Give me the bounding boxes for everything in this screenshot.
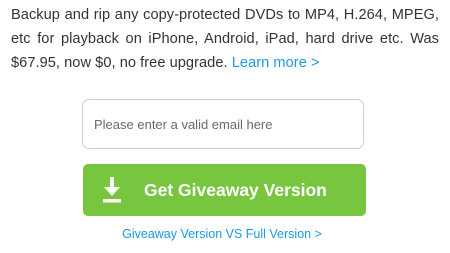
compare-versions-link[interactable]: Giveaway Version VS Full Version > bbox=[0, 227, 447, 241]
email-field[interactable] bbox=[83, 100, 363, 148]
learn-more-link[interactable]: Learn more > bbox=[232, 55, 320, 71]
promo-description-block: Backup and rip any copy-protected DVDs t… bbox=[11, 3, 439, 75]
email-field-container bbox=[82, 99, 364, 149]
get-giveaway-button[interactable]: Get Giveaway Version bbox=[83, 164, 366, 216]
download-icon bbox=[103, 177, 121, 203]
get-giveaway-button-label: Get Giveaway Version bbox=[144, 180, 327, 200]
promo-description: Backup and rip any copy-protected DVDs t… bbox=[11, 7, 439, 71]
